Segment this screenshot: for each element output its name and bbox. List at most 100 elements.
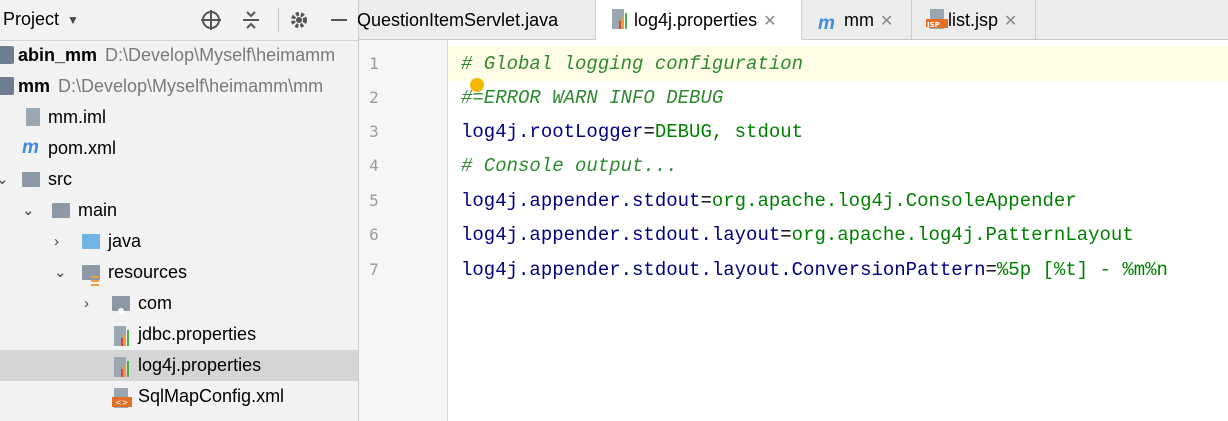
code-line: log4j.appender.stdout=org.apache.log4j.C… <box>461 184 1077 218</box>
tab-list-jsp[interactable]: JSP list.jsp ✕ <box>912 0 1036 39</box>
svg-text:<>: <> <box>115 398 128 407</box>
code-line: # Console output... <box>461 149 678 183</box>
module-name: mm <box>18 76 51 96</box>
chevron-down-icon: ▼ <box>67 13 79 27</box>
gear-icon[interactable] <box>288 9 310 36</box>
module-icon <box>0 77 14 95</box>
locate-icon[interactable] <box>200 9 222 36</box>
property-equals: = <box>643 121 655 143</box>
tree-item-label: abin_mm D:\Develop\Myself\heimamm <box>18 40 335 71</box>
property-key: log4j.appender.stdout.layout.ConversionP… <box>461 259 986 281</box>
tree-item-mm-iml[interactable]: mm.iml <box>0 102 358 133</box>
package-icon <box>112 296 130 314</box>
maven-icon: m <box>22 137 39 158</box>
collapse-all-icon[interactable] <box>240 9 262 36</box>
close-icon[interactable]: ✕ <box>1004 13 1017 30</box>
property-value: %5p [%t] - %m%n <box>996 259 1168 281</box>
tree-item-label: src <box>48 169 72 189</box>
project-panel: Project ▼ abin_mm D:\Develop\Myself\heimam… <box>0 0 359 421</box>
tab-label: mm <box>844 10 874 30</box>
jsp-file-icon: JSP <box>926 3 948 29</box>
tree-item-jdbc-properties[interactable]: jdbc.properties <box>0 319 358 350</box>
property-value: org.apache.log4j.ConsoleAppender <box>711 190 1077 212</box>
project-toolbar: Project ▼ <box>0 0 358 41</box>
code-comment: #=ERROR WARN INFO DEBUG <box>461 87 724 109</box>
tree-item-main[interactable]: ⌄ main <box>0 195 358 226</box>
close-icon[interactable]: ✕ <box>880 13 893 30</box>
code-line: # Global logging configuration <box>461 47 803 81</box>
tree-item-mm[interactable]: mm D:\Develop\Myself\heimamm\mm <box>0 71 358 102</box>
properties-file-icon <box>114 356 132 377</box>
property-equals: = <box>700 190 712 212</box>
line-number: 1 <box>369 54 379 73</box>
code-comment: # Global logging configuration <box>461 53 804 75</box>
line-number: 7 <box>369 260 379 279</box>
property-key: log4j.rootLogger <box>461 121 644 143</box>
line-number: 2 <box>369 88 379 107</box>
chevron-down-icon[interactable]: ⌄ <box>22 195 35 226</box>
toolbar-divider <box>278 8 279 32</box>
property-key: log4j.appender.stdout.layout <box>461 224 781 246</box>
tree-item-label: java <box>108 231 142 251</box>
code-line: log4j.appender.stdout.layout=org.apache.… <box>461 218 1134 252</box>
tree-item-resources[interactable]: ⌄ resources <box>0 257 358 288</box>
tab-label: log4j.properties <box>634 10 758 30</box>
tree-item-label: com <box>138 293 173 313</box>
module-path: D:\Develop\Myself\heimamm\mm <box>58 76 324 96</box>
tree-item-abin-mm[interactable]: abin_mm D:\Develop\Myself\heimamm <box>0 40 358 71</box>
tree-item-label: log4j.properties <box>138 355 262 375</box>
tab-label: list.jsp <box>948 10 999 30</box>
tree-item-label: pom.xml <box>48 138 117 158</box>
property-equals: = <box>780 224 792 246</box>
tree-item-src[interactable]: ⌄ src <box>0 164 358 195</box>
chevron-down-icon[interactable]: ⌄ <box>54 257 67 288</box>
svg-text:JSP: JSP <box>926 21 940 29</box>
tab-label: QuestionItemServlet.java <box>357 10 559 30</box>
code-line: log4j.appender.stdout.layout.ConversionP… <box>461 253 1168 287</box>
project-view-title: Project <box>3 9 60 29</box>
tree-item-java[interactable]: › java <box>0 226 358 257</box>
tree-item-label: jdbc.properties <box>138 324 257 344</box>
module-icon <box>0 46 14 64</box>
folder-icon <box>22 172 40 187</box>
tree-item-label: mm.iml <box>48 107 106 127</box>
property-value: org.apache.log4j.PatternLayout <box>791 224 1134 246</box>
property-value: DEBUG, stdout <box>654 121 804 143</box>
code-comment: # Console output... <box>461 155 678 177</box>
line-number: 5 <box>369 191 379 210</box>
properties-file-icon <box>612 3 630 29</box>
line-number: 4 <box>369 156 379 175</box>
iml-file-icon <box>26 108 40 126</box>
code-line: log4j.rootLogger=DEBUG, stdout <box>461 115 803 149</box>
source-folder-icon <box>82 234 100 249</box>
module-name: abin_mm <box>18 45 98 65</box>
property-equals: = <box>985 259 997 281</box>
tree-item-label: resources <box>108 262 188 282</box>
code-line: #=ERROR WARN INFO DEBUG <box>461 81 723 115</box>
resources-folder-icon <box>82 265 100 286</box>
tree-item-pom-xml[interactable]: m pom.xml <box>0 133 358 164</box>
chevron-right-icon[interactable]: › <box>84 288 89 319</box>
tree-item-com[interactable]: › com <box>0 288 358 319</box>
tree-item-log4j-properties[interactable]: log4j.properties <box>0 350 358 381</box>
editor-tab-bar: QuestionItemServlet.java log4j.propertie… <box>357 0 1228 40</box>
line-number: 3 <box>369 122 379 141</box>
chevron-down-icon[interactable]: ⌄ <box>0 164 9 195</box>
tree-item-sqlmapconfig-xml[interactable]: <> SqlMapConfig.xml <box>0 381 358 412</box>
line-number: 6 <box>369 225 379 244</box>
chevron-right-icon[interactable]: › <box>54 226 59 257</box>
tree-item-label: SqlMapConfig.xml <box>138 386 285 406</box>
folder-icon <box>52 203 70 218</box>
tab-mm[interactable]: m mm ✕ <box>802 0 912 39</box>
module-path: D:\Develop\Myself\heimamm <box>105 45 336 65</box>
tab-questionitemservlet-java[interactable]: QuestionItemServlet.java <box>357 0 596 39</box>
maven-icon: m <box>818 13 835 34</box>
lightbulb-icon[interactable] <box>470 78 484 92</box>
xml-file-icon: <> <box>112 387 132 408</box>
hide-panel-icon[interactable] <box>328 9 350 36</box>
property-key: log4j.appender.stdout <box>461 190 701 212</box>
project-view-selector[interactable]: Project ▼ <box>3 9 79 30</box>
close-icon[interactable]: ✕ <box>763 13 776 30</box>
tab-log4j-properties[interactable]: log4j.properties ✕ <box>596 0 802 40</box>
code-editor[interactable]: 1 2 3 4 5 6 7 # Global logging configura… <box>359 40 1228 421</box>
